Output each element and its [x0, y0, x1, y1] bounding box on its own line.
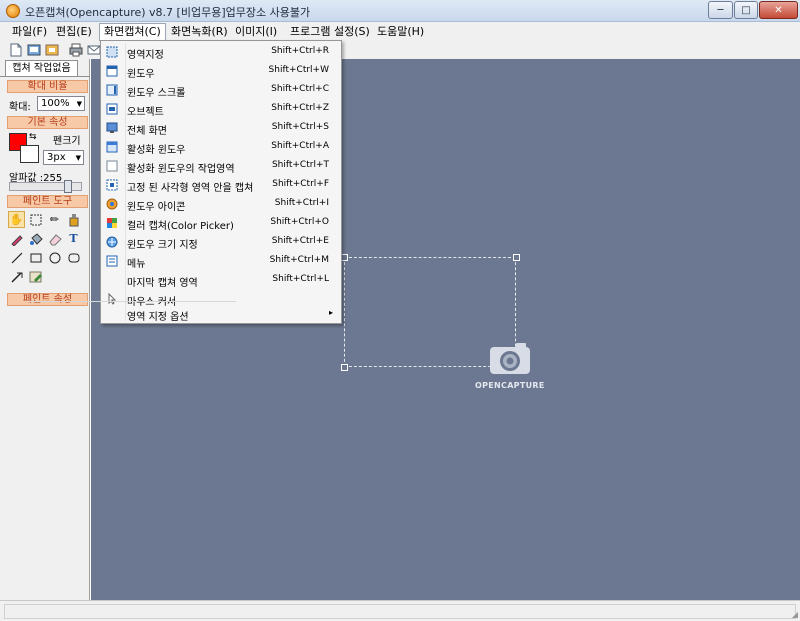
- menu-item-last-area[interactable]: 마지막 캡쳐 영역 Shift+Ctrl+L: [103, 271, 339, 289]
- paint-props-header: 페인트 속성: [7, 293, 88, 306]
- app-icon: [6, 4, 20, 18]
- scroll-icon: [105, 83, 119, 97]
- fullscreen-icon: [105, 121, 119, 135]
- paint-tools-header: 페인트 도구: [7, 195, 88, 208]
- menu-separator: [28, 301, 236, 302]
- marker-icon[interactable]: [8, 230, 25, 247]
- pencil-icon[interactable]: ✏: [46, 211, 63, 228]
- close-button[interactable]: ✕: [759, 1, 798, 19]
- chevron-down-icon: ▼: [75, 154, 81, 162]
- alpha-slider-thumb[interactable]: [64, 180, 72, 193]
- zoom-label: 확대:: [9, 102, 31, 113]
- zoom-section-header: 확대 비율: [7, 80, 88, 93]
- tab-divider: [0, 76, 90, 77]
- menu-item-window-size[interactable]: 윈도우 크기 지정 Shift+Ctrl+E: [103, 233, 339, 251]
- menu-item-fullscreen[interactable]: 전체 화면 Shift+Ctrl+S: [103, 119, 339, 137]
- menu-item-object[interactable]: 오브젝트 Shift+Ctrl+Z: [103, 100, 339, 118]
- line-tool-icon[interactable]: [8, 249, 25, 266]
- print-icon[interactable]: [68, 42, 84, 58]
- image-edit-icon[interactable]: [27, 268, 44, 285]
- text-tool-icon[interactable]: T: [65, 230, 82, 247]
- submenu-arrow-icon: ▸: [328, 308, 333, 317]
- last-area-icon: [105, 273, 119, 287]
- resize-handle-bottom-left[interactable]: [341, 364, 348, 371]
- menu-item-window[interactable]: 윈도우 Shift+Ctrl+W: [103, 62, 339, 80]
- fill-bucket-icon[interactable]: [27, 230, 44, 247]
- pen-size-select[interactable]: 3px ▼: [43, 150, 84, 165]
- title-bar: 오픈캡쳐(Opencapture) v8.7 [비업무용]업무장소 사용불가 ─…: [0, 0, 800, 22]
- fixed-rect-icon: [105, 178, 119, 192]
- zoom-value: 100%: [41, 98, 70, 109]
- basic-props-header: 기본 속성: [7, 116, 88, 129]
- brand-text: OPENCAPTURE: [475, 381, 545, 390]
- window-size-icon: [105, 235, 119, 249]
- menu-record[interactable]: 화면녹화(R): [167, 24, 232, 39]
- resize-handle-top-left[interactable]: [341, 254, 348, 261]
- arrow-tool-icon[interactable]: [8, 268, 25, 285]
- ellipse-tool-icon[interactable]: [46, 249, 63, 266]
- menu-bar: 파일(F) 편집(E) 화면캡쳐(C) 화면녹화(R) 이미지(I) 프로그램 …: [0, 22, 800, 41]
- background-color-swatch[interactable]: [20, 145, 39, 163]
- menu-item-color-picker[interactable]: 컬러 캡쳐(Color Picker) Shift+Ctrl+O: [103, 214, 339, 232]
- status-bar: ◢: [0, 600, 800, 621]
- rounded-rect-tool-icon[interactable]: [65, 249, 82, 266]
- window-icon: [105, 64, 119, 78]
- chevron-down-icon: ▼: [76, 100, 82, 108]
- menu-item-window-scroll[interactable]: 윈도우 스크롤 Shift+Ctrl+C: [103, 81, 339, 99]
- tab-capture-status[interactable]: 캡쳐 작업없음: [5, 60, 78, 76]
- menu-settings[interactable]: 프로그램 설정(S): [286, 24, 374, 39]
- menu-item-active-window[interactable]: 활성화 윈도우 Shift+Ctrl+A: [103, 138, 339, 156]
- open-file-icon[interactable]: [26, 42, 42, 58]
- text-bucket-icon[interactable]: [65, 211, 82, 228]
- maximize-button[interactable]: □: [734, 1, 758, 19]
- menu-icon: [105, 254, 119, 268]
- client-area-icon: [105, 159, 119, 173]
- menu-item-region[interactable]: 영역지정 Shift+Ctrl+R: [103, 43, 339, 61]
- swap-colors-icon[interactable]: ⇆: [29, 132, 37, 142]
- object-icon: [105, 102, 119, 116]
- menu-help[interactable]: 도움말(H): [373, 24, 428, 39]
- new-file-icon[interactable]: [8, 42, 24, 58]
- menu-item-menu[interactable]: 메뉴 Shift+Ctrl+M: [103, 252, 339, 270]
- eraser-icon[interactable]: [46, 230, 63, 247]
- region-icon: [105, 45, 119, 59]
- status-cell: [4, 604, 796, 619]
- menu-item-client-area[interactable]: 활성화 윈도우의 작업영역 Shift+Ctrl+T: [103, 157, 339, 175]
- resize-handle-top-right[interactable]: [513, 254, 520, 261]
- menu-item-region-options[interactable]: 영역 지정 옵션 ▸: [103, 305, 339, 323]
- pen-size-value: 3px: [47, 152, 66, 163]
- minimize-button[interactable]: ─: [708, 1, 733, 19]
- menu-edit[interactable]: 편집(E): [52, 24, 96, 39]
- window-title: 오픈캡쳐(Opencapture) v8.7 [비업무용]업무장소 사용불가: [25, 6, 311, 19]
- color-picker-icon: [105, 216, 119, 230]
- select-rect-icon[interactable]: [27, 211, 44, 228]
- cursor-icon: [105, 292, 119, 306]
- menu-capture[interactable]: 화면캡쳐(C): [99, 23, 166, 41]
- resize-grip-icon[interactable]: ◢: [792, 610, 798, 619]
- zoom-select[interactable]: 100% ▼: [37, 96, 85, 111]
- capture-menu: 영역지정 Shift+Ctrl+R 윈도우 Shift+Ctrl+W 윈도우 스…: [100, 40, 342, 324]
- menu-item-window-icon[interactable]: 윈도우 아이콘 Shift+Ctrl+I: [103, 195, 339, 213]
- rectangle-tool-icon[interactable]: [27, 249, 44, 266]
- save-file-icon[interactable]: [44, 42, 60, 58]
- active-window-icon: [105, 140, 119, 154]
- camera-icon: [490, 343, 530, 374]
- menu-file[interactable]: 파일(F): [8, 24, 51, 39]
- pen-size-label: 펜크기: [53, 136, 81, 147]
- window-icon-icon: [105, 197, 119, 211]
- hand-tool-icon[interactable]: ✋: [8, 211, 25, 228]
- menu-image[interactable]: 이미지(I): [231, 24, 281, 39]
- menu-item-fixed-rect[interactable]: 고정 된 사각형 영역 안을 캡쳐 Shift+Ctrl+F: [103, 176, 339, 194]
